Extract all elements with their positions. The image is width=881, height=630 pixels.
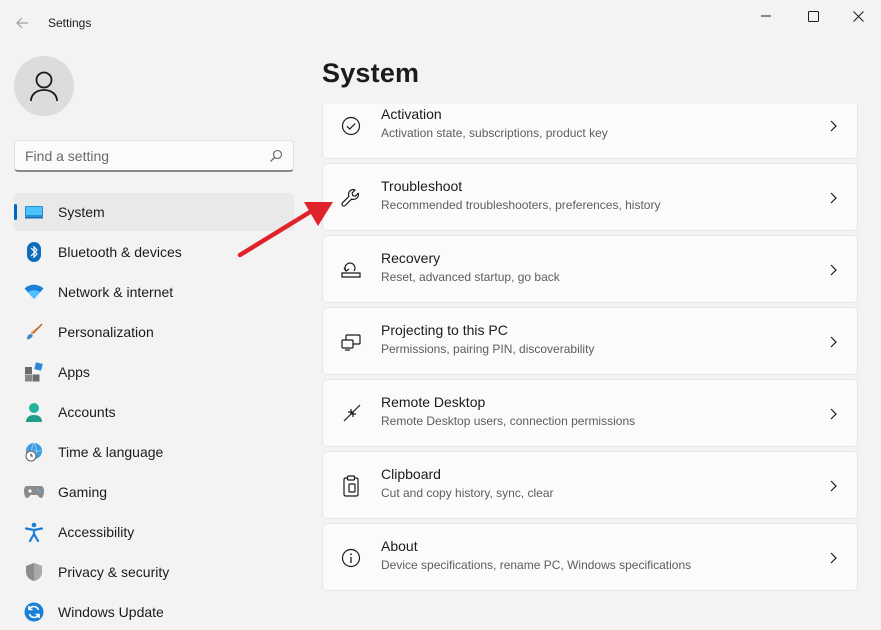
sidebar-item-label: Bluetooth & devices: [58, 244, 182, 260]
wrench-icon: [339, 186, 363, 210]
card-description: Activation state, subscriptions, product…: [381, 126, 608, 140]
sidebar-item-apps[interactable]: Apps: [14, 353, 294, 391]
user-icon: [30, 71, 58, 102]
sidebar-item-personalization[interactable]: Personalization: [14, 313, 294, 351]
card-title: Clipboard: [381, 466, 441, 482]
search-box[interactable]: [14, 140, 294, 172]
sidebar-item-label: Personalization: [58, 324, 154, 340]
update-icon: [24, 602, 44, 622]
maximize-button[interactable]: [790, 0, 836, 32]
card-activation[interactable]: Activation Activation state, subscriptio…: [322, 104, 858, 159]
shield-icon: [24, 562, 44, 582]
sidebar-item-label: Windows Update: [58, 604, 164, 620]
card-description: Remote Desktop users, connection permiss…: [381, 414, 636, 428]
search-input[interactable]: [25, 147, 255, 165]
back-button[interactable]: [8, 9, 36, 37]
title-bar: Settings: [0, 0, 881, 46]
card-description: Recommended troubleshooters, preferences…: [381, 198, 661, 212]
card-troubleshoot[interactable]: Troubleshoot Recommended troubleshooters…: [322, 163, 858, 231]
sidebar-item-label: Network & internet: [58, 284, 174, 300]
sidebar-item-label: Accessibility: [58, 524, 135, 540]
check-circle-icon: [339, 114, 363, 138]
chevron-right-icon: [830, 480, 837, 492]
sidebar-item-label: Gaming: [58, 484, 108, 500]
card-about[interactable]: About Device specifications, rename PC, …: [322, 523, 858, 591]
search-icon[interactable]: [269, 149, 283, 163]
chevron-right-icon: [830, 192, 837, 204]
chevron-right-icon: [830, 120, 837, 132]
bluetooth-icon: [24, 242, 44, 262]
card-title: Troubleshoot: [381, 178, 463, 194]
accounts-icon: [24, 402, 44, 422]
chevron-right-icon: [830, 264, 837, 276]
sidebar-item-system[interactable]: System: [14, 193, 294, 231]
card-projecting[interactable]: Projecting to this PC Permissions, pairi…: [322, 307, 858, 375]
sidebar-item-privacy-security[interactable]: Privacy & security: [14, 553, 294, 591]
close-button[interactable]: [835, 0, 881, 32]
accessibility-icon: [24, 522, 44, 542]
card-clipboard[interactable]: Clipboard Cut and copy history, sync, cl…: [322, 451, 858, 519]
settings-list: Activation Activation state, subscriptio…: [322, 104, 859, 630]
sidebar-item-label: Time & language: [58, 444, 164, 460]
minimize-icon: [761, 15, 771, 17]
card-title: Recovery: [381, 250, 441, 266]
globe-clock-icon: [24, 442, 44, 462]
system-icon: [24, 202, 44, 222]
recovery-icon: [339, 258, 363, 282]
sidebar-item-gaming[interactable]: Gaming: [14, 473, 294, 511]
wifi-icon: [24, 282, 44, 302]
info-icon: [339, 546, 363, 570]
card-recovery[interactable]: Recovery Reset, advanced startup, go bac…: [322, 235, 858, 303]
maximize-icon: [807, 10, 819, 22]
sidebar-item-network[interactable]: Network & internet: [14, 273, 294, 311]
card-title: Activation: [381, 106, 442, 122]
card-description: Permissions, pairing PIN, discoverabilit…: [381, 342, 595, 356]
close-icon: [852, 10, 864, 22]
minimize-button[interactable]: [743, 0, 789, 32]
apps-icon: [24, 362, 44, 382]
sidebar-item-label: Accounts: [58, 404, 116, 420]
chevron-right-icon: [830, 336, 837, 348]
sidebar-item-time-language[interactable]: Time & language: [14, 433, 294, 471]
card-title: Projecting to this PC: [381, 322, 508, 338]
clipboard-icon: [339, 474, 363, 498]
avatar[interactable]: [14, 56, 74, 116]
sidebar-item-accounts[interactable]: Accounts: [14, 393, 294, 431]
card-description: Reset, advanced startup, go back: [381, 270, 560, 284]
projecting-icon: [339, 330, 363, 354]
back-arrow-icon: [16, 17, 28, 29]
chevron-right-icon: [830, 408, 837, 420]
brush-icon: [24, 322, 44, 342]
sidebar-item-bluetooth[interactable]: Bluetooth & devices: [14, 233, 294, 271]
sidebar-item-label: Apps: [58, 364, 90, 380]
card-description: Device specifications, rename PC, Window…: [381, 558, 692, 572]
app-title: Settings: [48, 16, 92, 30]
sidebar-nav: System Bluetooth & devices Network & int…: [14, 193, 294, 630]
sidebar-item-label: System: [58, 204, 105, 220]
sidebar-item-label: Privacy & security: [58, 564, 170, 580]
card-description: Cut and copy history, sync, clear: [381, 486, 554, 500]
card-title: About: [381, 538, 418, 554]
remote-desktop-icon: [339, 402, 363, 426]
card-title: Remote Desktop: [381, 394, 486, 410]
card-remote-desktop[interactable]: Remote Desktop Remote Desktop users, con…: [322, 379, 858, 447]
sidebar-item-windows-update[interactable]: Windows Update: [14, 593, 294, 630]
chevron-right-icon: [830, 552, 837, 564]
page-title: System: [322, 58, 420, 88]
sidebar-item-accessibility[interactable]: Accessibility: [14, 513, 294, 551]
gamepad-icon: [24, 482, 44, 502]
